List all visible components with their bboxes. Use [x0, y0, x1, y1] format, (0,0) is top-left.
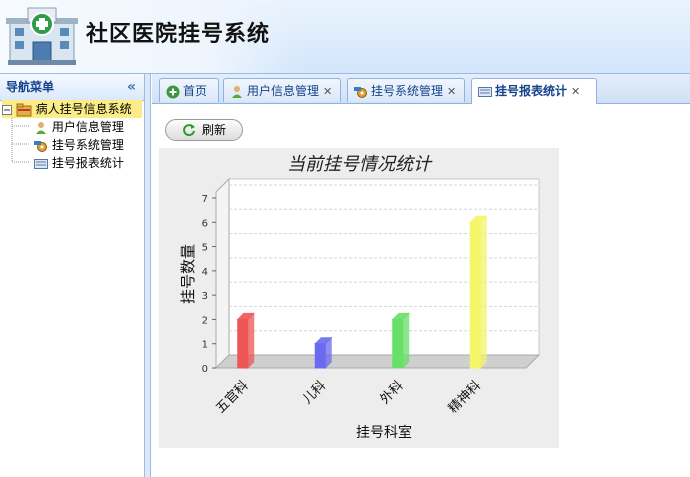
tab-registration[interactable]: 挂号系统管理 ✕ — [347, 78, 465, 102]
close-icon[interactable]: ✕ — [571, 85, 580, 98]
close-icon[interactable]: ✕ — [447, 85, 456, 98]
tree-root[interactable]: 病人挂号信息系统 — [2, 100, 142, 118]
tab-label: 挂号报表统计 — [495, 84, 568, 98]
settings-icon — [34, 140, 47, 152]
refresh-icon — [183, 124, 195, 137]
nav-item-label: 用户信息管理 — [51, 120, 124, 134]
tree-root-label: 病人挂号信息系统 — [35, 102, 132, 116]
bar — [469, 221, 481, 369]
nav-item-user-info[interactable]: 用户信息管理 — [34, 118, 124, 136]
bar-side — [479, 215, 487, 370]
bar — [237, 318, 249, 369]
folder-icon — [16, 103, 32, 116]
nav-item-label: 挂号系统管理 — [51, 138, 124, 152]
chart-svg: 0 1 2 3 4 5 6 7 五官科 儿科 外科 精神科 当前挂号情况统计 挂号科室 挂号数量 — [179, 154, 541, 441]
tab-label: 首页 — [183, 84, 208, 98]
home-icon — [166, 85, 180, 98]
logo-area: 社区医院挂号系统 — [0, 0, 300, 73]
tab-label: 用户信息管理 — [247, 84, 320, 98]
y-tick-label: 3 — [202, 291, 208, 302]
tab-label: 挂号系统管理 — [371, 84, 444, 98]
user-icon — [36, 121, 46, 134]
bar — [314, 343, 326, 369]
y-tick-label: 0 — [202, 364, 208, 375]
y-tick-label: 7 — [202, 194, 208, 205]
chart-y-axis-label: 挂号数量 — [179, 244, 197, 304]
refresh-button[interactable]: 刷新 — [165, 119, 243, 141]
bar-side — [247, 312, 255, 370]
tab-home[interactable]: 首页 — [159, 78, 219, 102]
x-tick-label: 精神科 — [446, 378, 484, 416]
nav-item-registration[interactable]: 挂号系统管理 — [34, 136, 124, 154]
y-tick-label: 1 — [202, 340, 208, 351]
chart-x-axis-label: 挂号科室 — [356, 424, 412, 441]
nav-panel: 导航菜单 « 病人挂号信息系统 用户信息管理 挂号系统管理 挂号报表统计 — [0, 74, 145, 477]
bar-side — [402, 312, 410, 370]
tab-user-info[interactable]: 用户信息管理 ✕ — [223, 78, 341, 102]
collapse-icon[interactable]: « — [127, 74, 136, 100]
hospital-logo-icon — [6, 7, 78, 65]
refresh-label: 刷新 — [202, 123, 227, 137]
app-title: 社区医院挂号系统 — [86, 22, 271, 47]
tab-bar: 首页 用户信息管理 ✕ 挂号系统管理 ✕ 挂号报表统计 ✕ — [152, 74, 690, 104]
nav-item-report[interactable]: 挂号报表统计 — [34, 154, 124, 172]
y-tick-label: 5 — [202, 243, 208, 254]
y-tick-label: 6 — [202, 218, 208, 229]
bar — [392, 318, 404, 369]
plot-left-wall — [215, 177, 230, 370]
collapse-toggle-icon[interactable] — [2, 104, 12, 115]
nav-header-label: 导航菜单 — [6, 80, 55, 94]
report-icon — [478, 86, 492, 97]
x-tick-label: 五官科 — [213, 378, 252, 417]
chart-title: 当前挂号情况统计 — [287, 154, 433, 175]
y-tick-label: 4 — [202, 267, 208, 278]
panel-splitter[interactable] — [145, 74, 151, 477]
plot-back-wall — [228, 178, 540, 356]
nav-header: 导航菜单 « — [0, 74, 144, 101]
report-icon — [34, 158, 48, 169]
y-tick-label: 2 — [202, 315, 208, 326]
nav-item-label: 挂号报表统计 — [51, 156, 124, 170]
close-icon[interactable]: ✕ — [323, 85, 332, 98]
app-header: 社区医院挂号系统 — [0, 0, 690, 74]
settings-icon — [354, 86, 367, 98]
plot-floor — [214, 354, 541, 369]
registration-chart: 0 1 2 3 4 5 6 7 五官科 儿科 外科 精神科 当前挂号情况统计 挂号科室 挂号数量 — [159, 148, 559, 448]
tab-report[interactable]: 挂号报表统计 ✕ — [471, 78, 597, 104]
x-tick-label: 外科 — [378, 378, 407, 407]
user-icon — [232, 85, 242, 98]
x-tick-label: 儿科 — [300, 378, 329, 407]
